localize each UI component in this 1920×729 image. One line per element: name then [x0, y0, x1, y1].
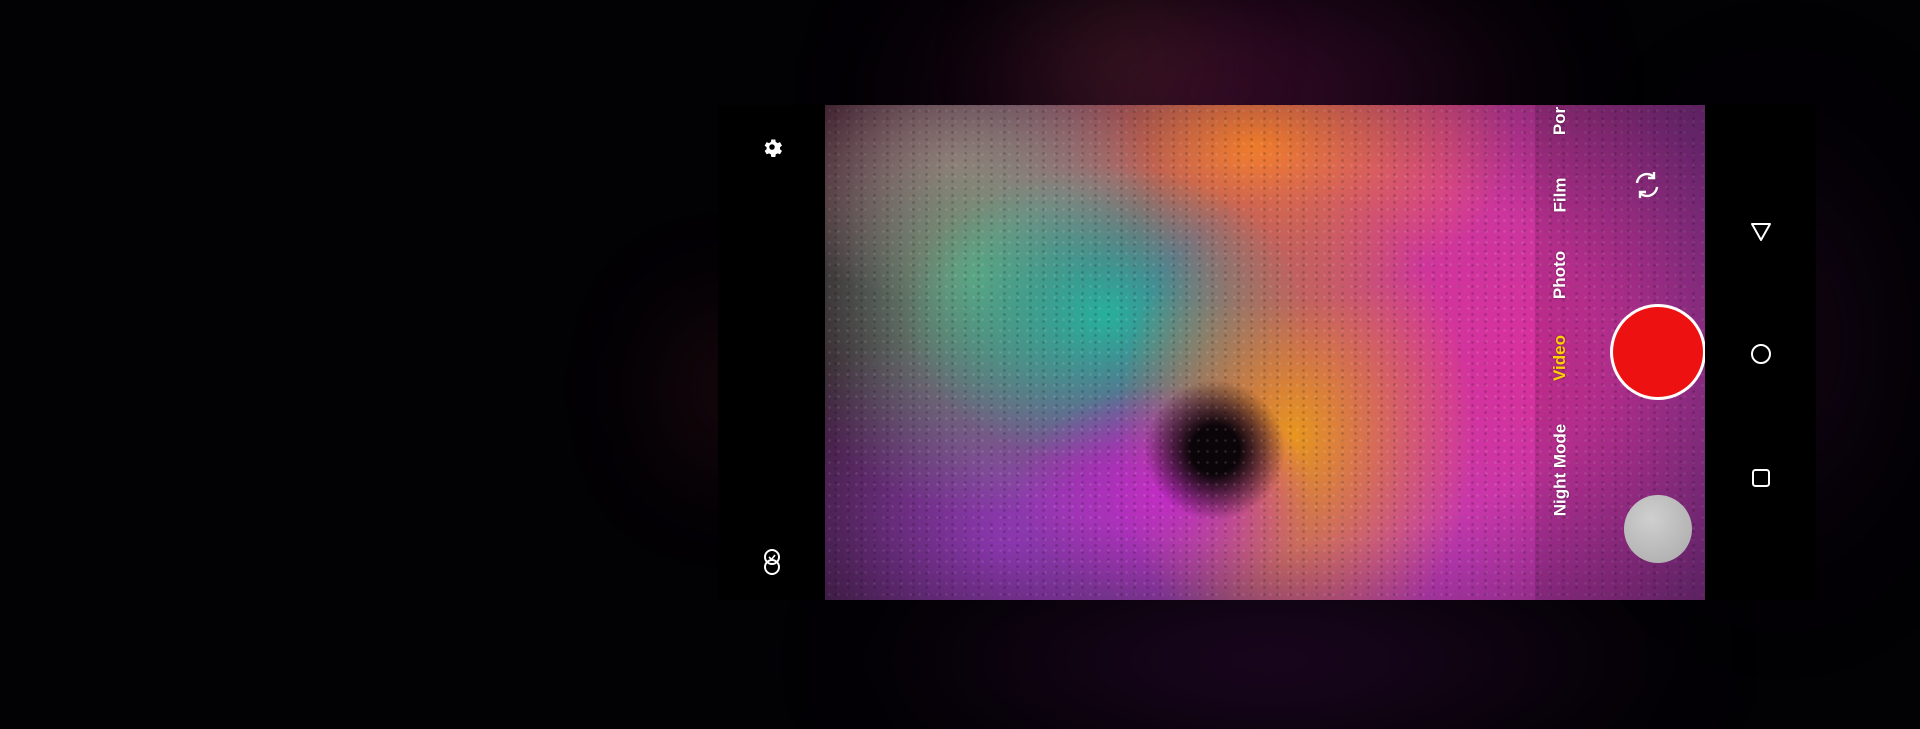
mode-video[interactable]: Video — [1546, 323, 1574, 393]
mode-film[interactable]: Film — [1546, 165, 1574, 225]
back-button[interactable] — [1743, 213, 1779, 249]
capture-controls: Por Film Photo Video Night Mode — [1535, 105, 1705, 600]
lens-switch-icon — [764, 549, 780, 575]
recents-button[interactable] — [1743, 460, 1779, 496]
mode-selector: Por Film Photo Video Night Mode — [1546, 105, 1574, 600]
mode-night[interactable]: Night Mode — [1546, 405, 1574, 535]
settings-button[interactable] — [758, 133, 786, 161]
back-triangle-icon — [1751, 223, 1771, 241]
camera-app-window: Por Film Photo Video Night Mode — [718, 105, 1816, 600]
record-button[interactable] — [1613, 307, 1703, 397]
mode-photo[interactable]: Photo — [1546, 240, 1574, 310]
camera-top-bar — [718, 105, 825, 600]
flip-camera-icon — [1635, 172, 1659, 198]
gallery-thumbnail[interactable] — [1624, 495, 1692, 563]
flip-camera-button[interactable] — [1623, 161, 1671, 209]
lens-switch-button[interactable] — [758, 545, 786, 579]
recents-square-icon — [1752, 469, 1770, 487]
mode-portrait[interactable]: Por — [1546, 105, 1574, 137]
system-nav-bar — [1705, 105, 1816, 600]
home-button[interactable] — [1743, 336, 1779, 372]
gear-icon — [764, 139, 782, 157]
home-circle-icon — [1751, 344, 1771, 364]
